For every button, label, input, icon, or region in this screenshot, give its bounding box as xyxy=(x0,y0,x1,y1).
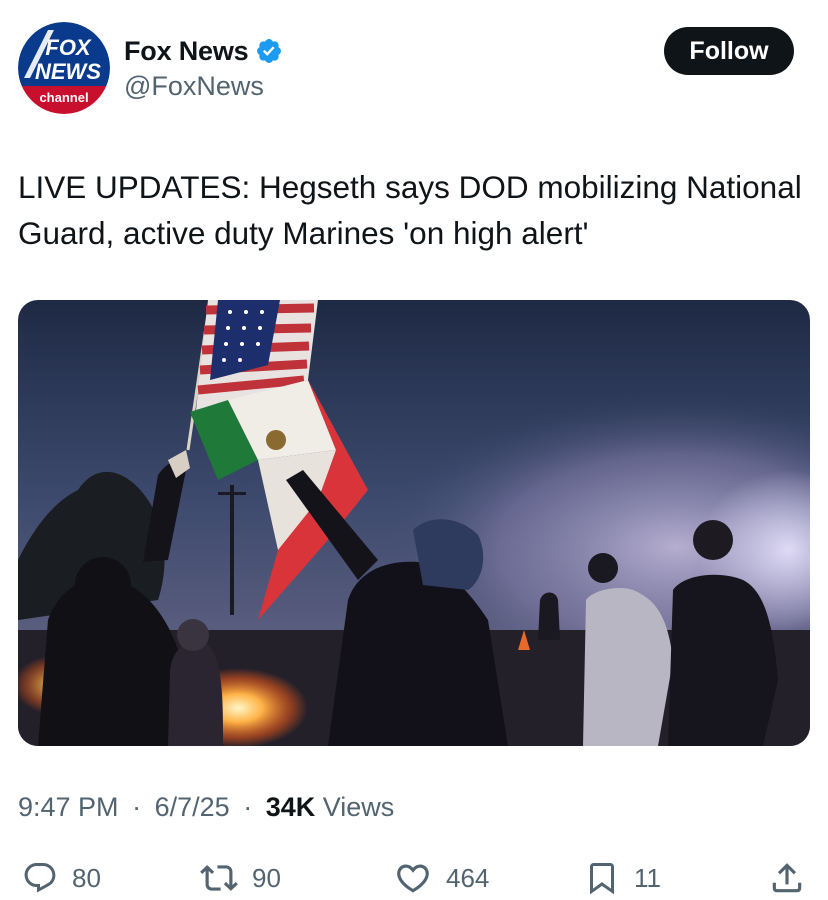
share-upload-icon xyxy=(772,863,802,893)
tweet-date[interactable]: 6/7/25 xyxy=(155,792,230,822)
bookmark-count: 11 xyxy=(634,862,661,893)
bookmark-button[interactable]: 11 xyxy=(584,856,661,900)
like-button[interactable]: 464 xyxy=(394,856,489,900)
meta-separator: · xyxy=(243,792,253,822)
meta-separator: · xyxy=(132,792,142,822)
account-handle[interactable]: @FoxNews xyxy=(124,71,283,102)
svg-text:FOX: FOX xyxy=(45,35,92,60)
reply-button[interactable]: 80 xyxy=(22,856,101,900)
protest-photo xyxy=(18,300,810,746)
views-count: 34K xyxy=(265,792,316,822)
repost-button[interactable]: 90 xyxy=(200,856,281,900)
verified-badge-icon xyxy=(255,37,283,65)
follow-button[interactable]: Follow xyxy=(664,27,794,75)
speech-bubble-icon xyxy=(24,863,56,893)
fox-news-avatar[interactable]: FOX NEWS channel xyxy=(18,22,110,114)
heart-icon xyxy=(397,864,429,893)
svg-text:channel: channel xyxy=(39,90,88,105)
reply-count: 80 xyxy=(72,862,101,893)
bookmark-icon xyxy=(590,863,614,895)
display-name[interactable]: Fox News xyxy=(124,36,249,67)
account-name-block: Fox News @FoxNews xyxy=(124,34,283,102)
tweet-actions: 80 90 464 11 xyxy=(0,856,828,900)
tweet-meta: 9:47 PM · 6/7/25 · 34K Views xyxy=(18,792,394,823)
share-button[interactable] xyxy=(768,856,806,900)
like-count: 464 xyxy=(446,862,490,893)
svg-text:NEWS: NEWS xyxy=(35,59,101,84)
tweet-time[interactable]: 9:47 PM xyxy=(18,792,119,822)
tweet-text: LIVE UPDATES: Hegseth says DOD mobilizin… xyxy=(18,169,802,251)
repost-arrows-icon xyxy=(200,865,238,891)
tweet-media-image[interactable] xyxy=(18,300,810,746)
tweet-header: FOX NEWS channel Fox News @FoxNews Follo… xyxy=(0,0,828,130)
views-label: Views xyxy=(322,792,395,822)
fox-news-logo: FOX NEWS channel xyxy=(18,22,110,114)
repost-count: 90 xyxy=(252,862,281,893)
